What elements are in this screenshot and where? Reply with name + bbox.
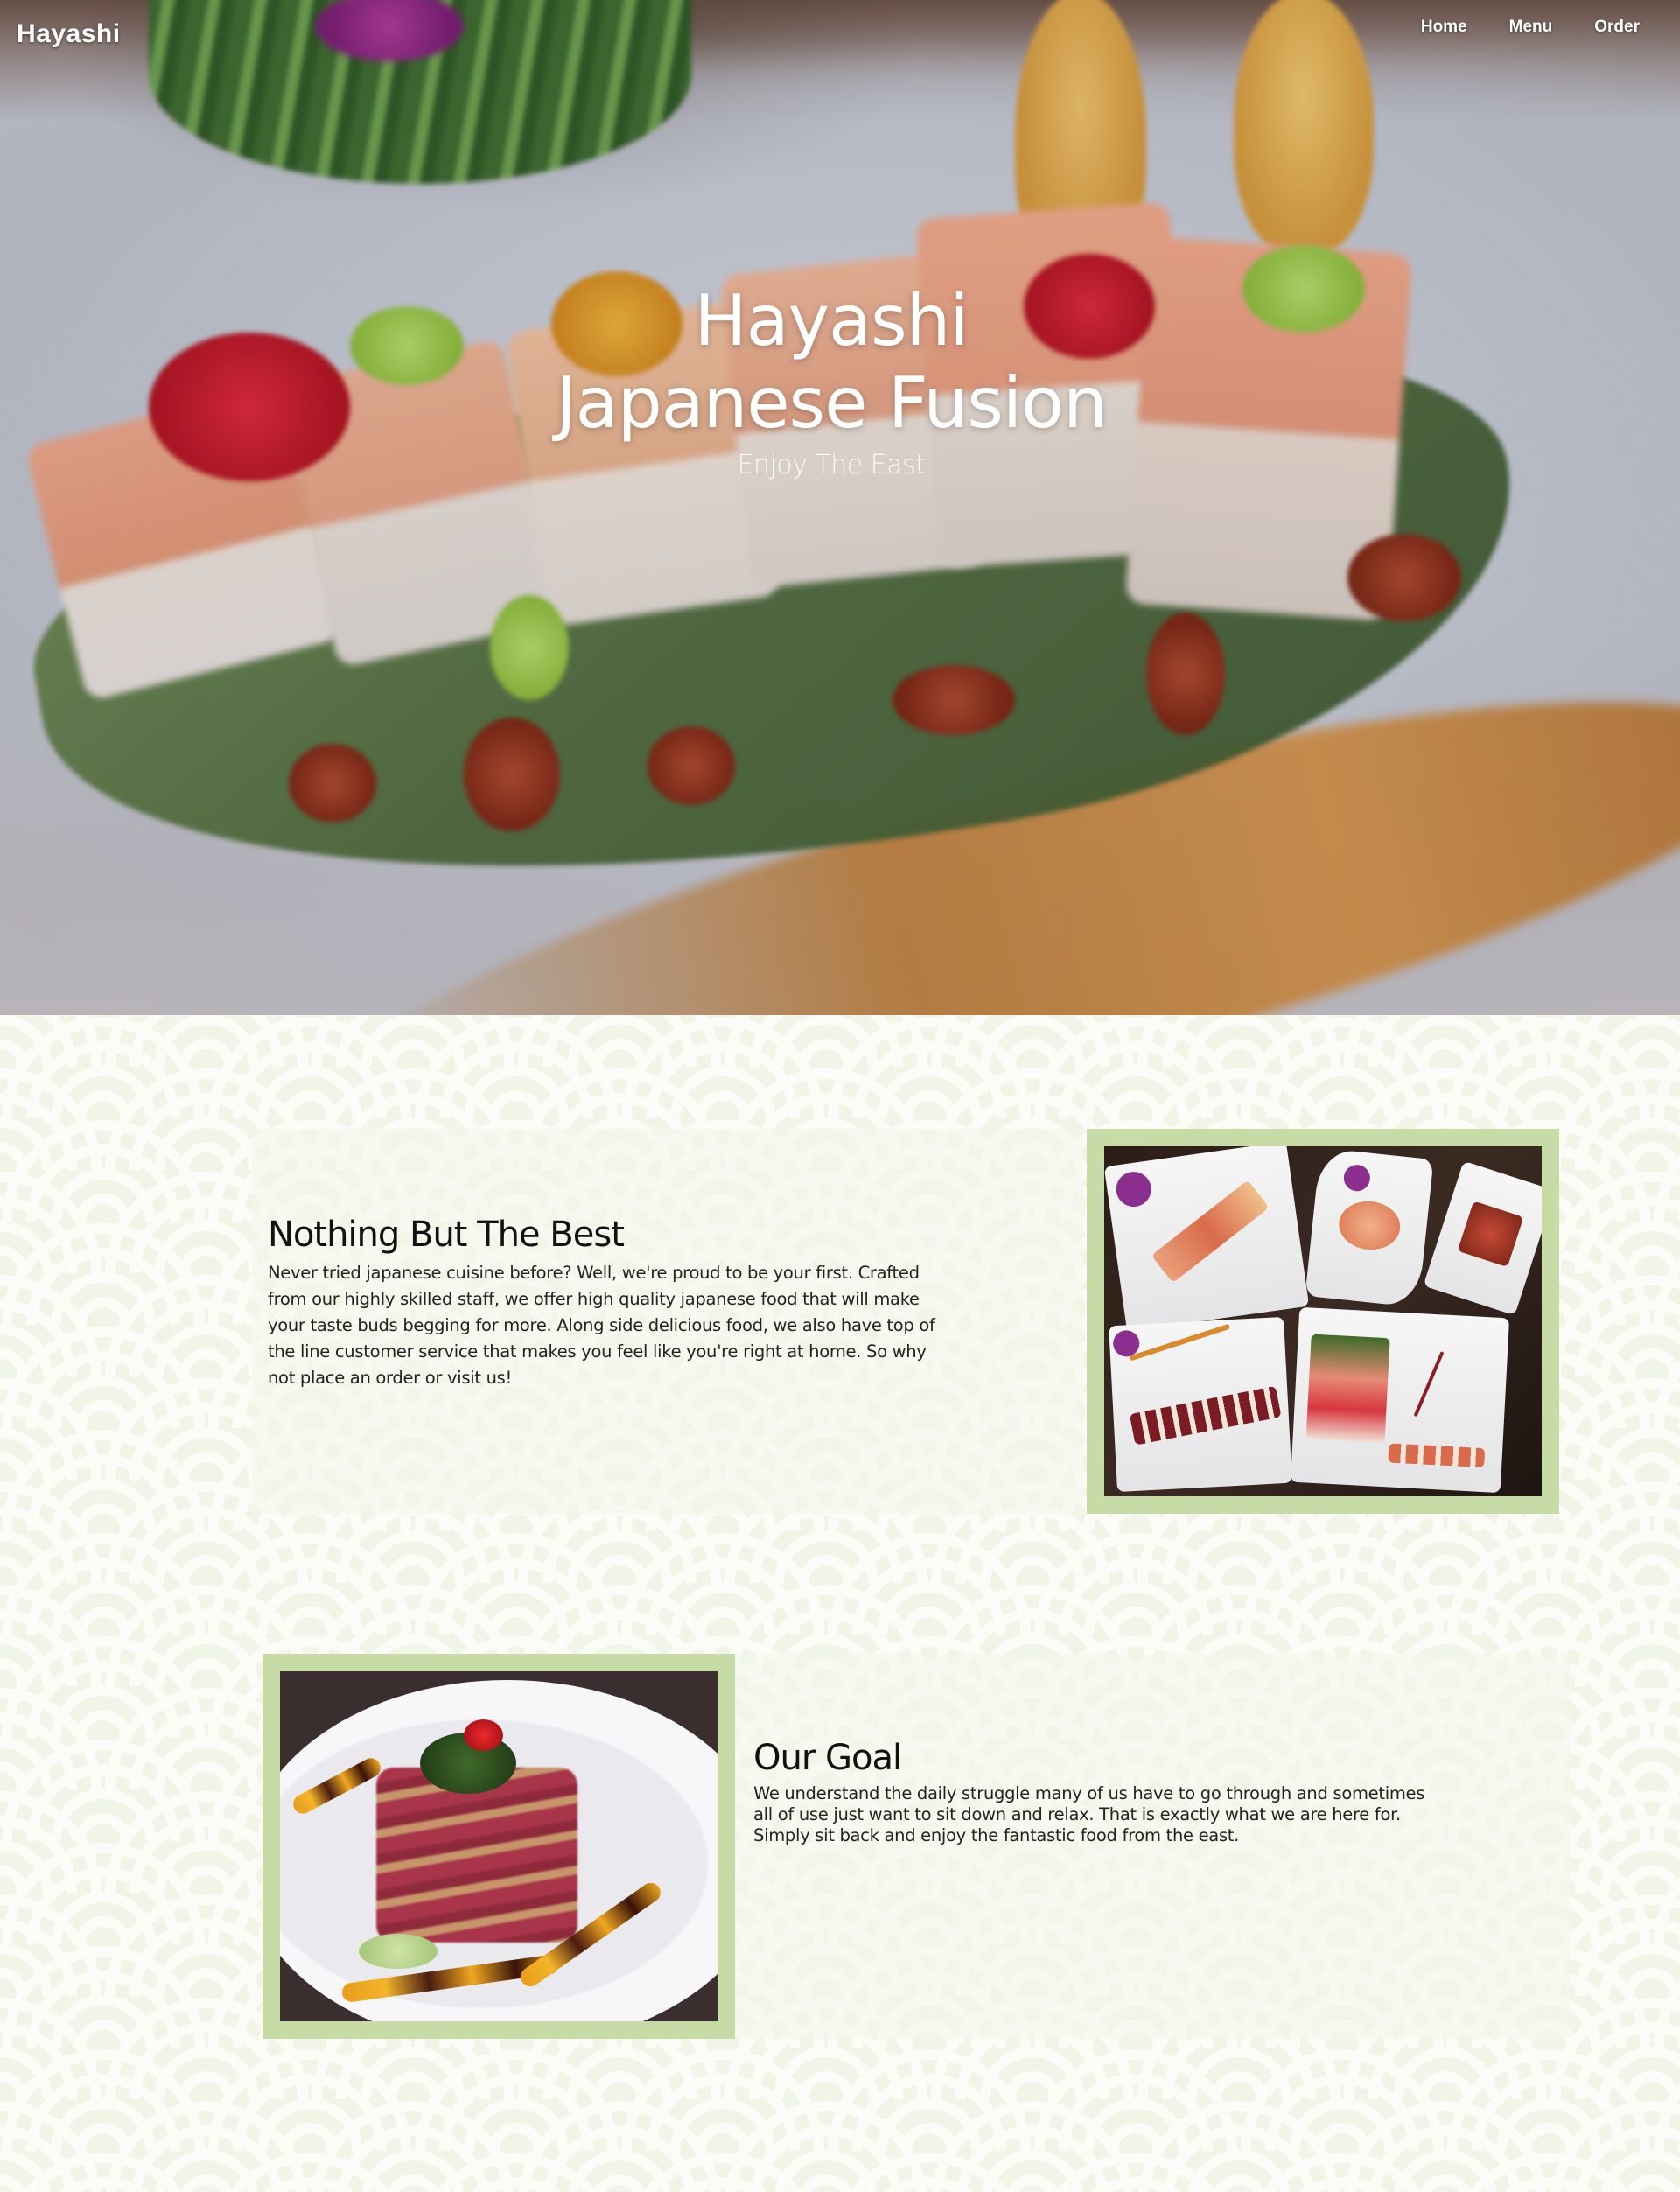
main-nav: Home Menu Order (1379, 18, 1640, 37)
nav-link-order[interactable]: Order (1594, 18, 1640, 37)
green-sauce (359, 1934, 438, 1969)
nav-link-menu[interactable]: Menu (1509, 18, 1553, 37)
photo-frame-platters (1087, 1129, 1559, 1514)
hero-overlay (0, 0, 1680, 1015)
brand-logo[interactable]: Hayashi (17, 19, 121, 49)
hero-title-line2: Japanese Fusion (556, 362, 1108, 444)
section-body-goal: We understand the daily struggle many of… (753, 1783, 1425, 1845)
platter-plate (1305, 1147, 1434, 1308)
nav-link-home[interactable]: Home (1421, 18, 1467, 37)
photo-frame-tuna (262, 1654, 735, 2039)
tuna-photo (280, 1671, 718, 2021)
seared-tuna (376, 1768, 578, 1943)
platter-plate (1290, 1306, 1510, 1494)
platter-plate (1104, 1146, 1310, 1332)
platter-plate (1109, 1316, 1292, 1493)
platters-photo (1104, 1146, 1542, 1496)
hero-text: Hayashi Japanese Fusion Enjoy The East (0, 280, 1662, 480)
hero-banner: Hayashi Home Menu Order Hayashi Japanese… (0, 0, 1680, 1015)
hero-title-line1: Hayashi (694, 280, 969, 361)
hero-subtitle: Enjoy The East (737, 450, 926, 480)
platter-plate (1423, 1160, 1542, 1316)
section-heading-best: Nothing But The Best (268, 1215, 625, 1255)
tobiko-garnish (464, 1719, 503, 1751)
section-body-best: Never tried japanese cuisine before? Wel… (268, 1263, 935, 1388)
section-heading-goal: Our Goal (753, 1738, 902, 1778)
